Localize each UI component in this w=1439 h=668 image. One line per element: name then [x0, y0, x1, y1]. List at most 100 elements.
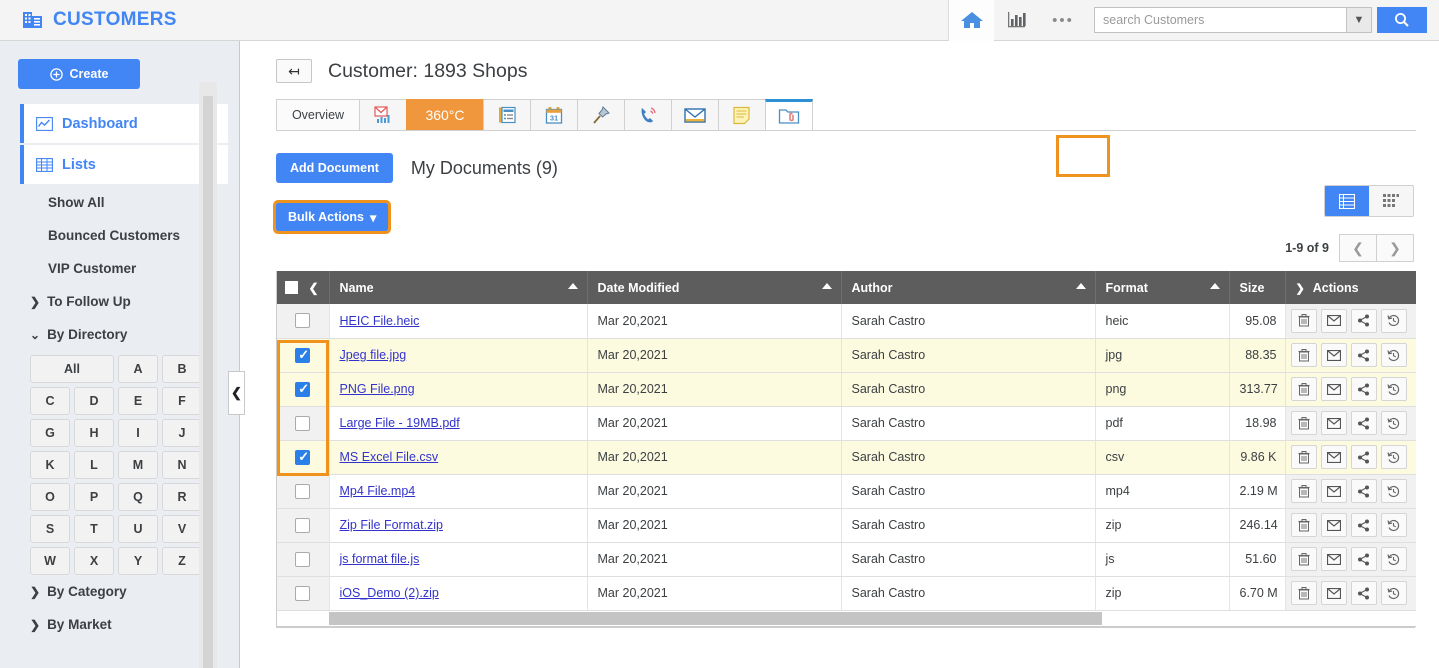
- alpha-button-r[interactable]: R: [162, 483, 202, 511]
- bar-chart-icon[interactable]: [994, 0, 1040, 41]
- bulk-actions-button[interactable]: Bulk Actions ▾: [272, 200, 392, 234]
- header-size[interactable]: Size: [1229, 271, 1286, 304]
- alpha-button-h[interactable]: H: [74, 419, 114, 447]
- delete-action[interactable]: [1290, 445, 1317, 469]
- row-checkbox-cell[interactable]: [277, 508, 330, 543]
- table-row[interactable]: js format file.js Mar 20,2021 Sarah Cast…: [277, 542, 1416, 577]
- alpha-button-f[interactable]: F: [162, 387, 202, 415]
- history-action[interactable]: [1380, 581, 1407, 605]
- share-action[interactable]: [1350, 308, 1377, 333]
- history-action[interactable]: [1380, 445, 1407, 469]
- email-action[interactable]: [1320, 411, 1347, 435]
- delete-action[interactable]: [1290, 411, 1317, 435]
- alpha-button-k[interactable]: K: [30, 451, 70, 479]
- table-row[interactable]: Large File - 19MB.pdf Mar 20,2021 Sarah …: [277, 406, 1416, 441]
- table-row[interactable]: iOS_Demo (2).zip Mar 20,2021 Sarah Castr…: [277, 576, 1416, 611]
- row-checkbox[interactable]: [295, 551, 311, 567]
- email-action[interactable]: [1320, 343, 1347, 367]
- share-action[interactable]: [1350, 479, 1377, 503]
- chevron-left-icon[interactable]: ❮: [308, 281, 318, 295]
- alpha-button-z[interactable]: Z: [162, 547, 202, 575]
- tab-pinned[interactable]: [577, 99, 625, 130]
- email-action[interactable]: [1320, 547, 1347, 571]
- history-action[interactable]: [1380, 308, 1407, 333]
- history-action[interactable]: [1380, 513, 1407, 537]
- row-checkbox-cell[interactable]: [277, 406, 330, 441]
- tab-overview[interactable]: Overview: [276, 99, 360, 130]
- sidebar-item-dashboard[interactable]: Dashboard ›: [20, 104, 228, 143]
- create-button[interactable]: Create: [18, 59, 140, 89]
- tab-documents[interactable]: [765, 99, 813, 130]
- alpha-button-s[interactable]: S: [30, 515, 70, 543]
- tab-notepad[interactable]: [718, 99, 766, 130]
- document-link[interactable]: js format file.js: [340, 552, 420, 566]
- brand[interactable]: CUSTOMERS: [22, 9, 177, 31]
- search-button[interactable]: [1377, 7, 1427, 33]
- row-checkbox-cell[interactable]: [277, 542, 330, 577]
- alpha-button-t[interactable]: T: [74, 515, 114, 543]
- alpha-button-y[interactable]: Y: [118, 547, 158, 575]
- alpha-button-i[interactable]: I: [118, 419, 158, 447]
- row-checkbox[interactable]: [295, 415, 311, 431]
- email-action[interactable]: [1320, 479, 1347, 503]
- delete-action[interactable]: [1290, 547, 1317, 571]
- table-row[interactable]: Mp4 File.mp4 Mar 20,2021 Sarah Castro mp…: [277, 474, 1416, 509]
- share-action[interactable]: [1350, 377, 1377, 401]
- share-action[interactable]: [1350, 411, 1377, 435]
- document-link[interactable]: Zip File Format.zip: [340, 518, 444, 532]
- delete-action[interactable]: [1290, 343, 1317, 367]
- table-row[interactable]: Jpeg file.jpg Mar 20,2021 Sarah Castro j…: [277, 338, 1416, 373]
- share-action[interactable]: [1350, 581, 1377, 605]
- home-icon[interactable]: [948, 0, 994, 41]
- header-select-all-cell[interactable]: ❮: [277, 271, 330, 304]
- sidebar-item-lists[interactable]: Lists ⌄: [20, 145, 228, 184]
- header-date-modified[interactable]: Date Modified: [587, 271, 842, 304]
- email-action[interactable]: [1320, 377, 1347, 401]
- row-checkbox[interactable]: [295, 313, 311, 329]
- history-action[interactable]: [1380, 479, 1407, 503]
- table-row[interactable]: HEIC File.heic Mar 20,2021 Sarah Castro …: [277, 304, 1416, 339]
- horizontal-scrollbar-track[interactable]: [277, 610, 1416, 625]
- chevron-right-icon[interactable]: ❯: [1296, 283, 1305, 295]
- table-row[interactable]: MS Excel File.csv Mar 20,2021 Sarah Cast…: [277, 440, 1416, 475]
- search-input[interactable]: search Customers: [1094, 7, 1346, 33]
- alpha-button-g[interactable]: G: [30, 419, 70, 447]
- row-checkbox-cell[interactable]: [277, 338, 330, 373]
- tab-calls[interactable]: [624, 99, 672, 130]
- delete-action[interactable]: [1290, 377, 1317, 401]
- row-checkbox[interactable]: [295, 517, 311, 533]
- table-row[interactable]: Zip File Format.zip Mar 20,2021 Sarah Ca…: [277, 508, 1416, 543]
- alpha-button-all[interactable]: All: [30, 355, 114, 383]
- email-action[interactable]: [1320, 581, 1347, 605]
- document-link[interactable]: Jpeg file.jpg: [340, 348, 407, 362]
- delete-action[interactable]: [1290, 581, 1317, 605]
- ellipsis-icon[interactable]: •••: [1040, 0, 1086, 41]
- header-author[interactable]: Author: [841, 271, 1096, 304]
- add-document-button[interactable]: Add Document: [276, 153, 393, 183]
- alpha-button-p[interactable]: P: [74, 483, 114, 511]
- alpha-button-b[interactable]: B: [162, 355, 202, 383]
- history-action[interactable]: [1380, 547, 1407, 571]
- document-link[interactable]: iOS_Demo (2).zip: [340, 586, 439, 600]
- header-name[interactable]: Name: [329, 271, 588, 304]
- alpha-button-n[interactable]: N: [162, 451, 202, 479]
- document-link[interactable]: PNG File.png: [340, 382, 415, 396]
- row-checkbox-cell[interactable]: [277, 372, 330, 407]
- header-format[interactable]: Format: [1095, 271, 1230, 304]
- alpha-button-a[interactable]: A: [118, 355, 158, 383]
- alpha-button-d[interactable]: D: [74, 387, 114, 415]
- tab-calendar[interactable]: 31: [530, 99, 578, 130]
- chevron-down-icon[interactable]: ▼: [1346, 7, 1372, 33]
- pagination-next-button[interactable]: ❯: [1376, 234, 1414, 262]
- alpha-button-o[interactable]: O: [30, 483, 70, 511]
- document-link[interactable]: Mp4 File.mp4: [340, 484, 416, 498]
- row-checkbox[interactable]: [295, 483, 311, 499]
- history-action[interactable]: [1380, 411, 1407, 435]
- row-checkbox-cell[interactable]: [277, 440, 330, 475]
- alpha-button-x[interactable]: X: [74, 547, 114, 575]
- history-action[interactable]: [1380, 377, 1407, 401]
- sidebar-collapse-handle[interactable]: ❮: [228, 371, 245, 415]
- horizontal-scrollbar-thumb[interactable]: [329, 611, 1102, 625]
- row-checkbox[interactable]: [295, 347, 311, 363]
- tab-360[interactable]: 360°C: [406, 99, 484, 130]
